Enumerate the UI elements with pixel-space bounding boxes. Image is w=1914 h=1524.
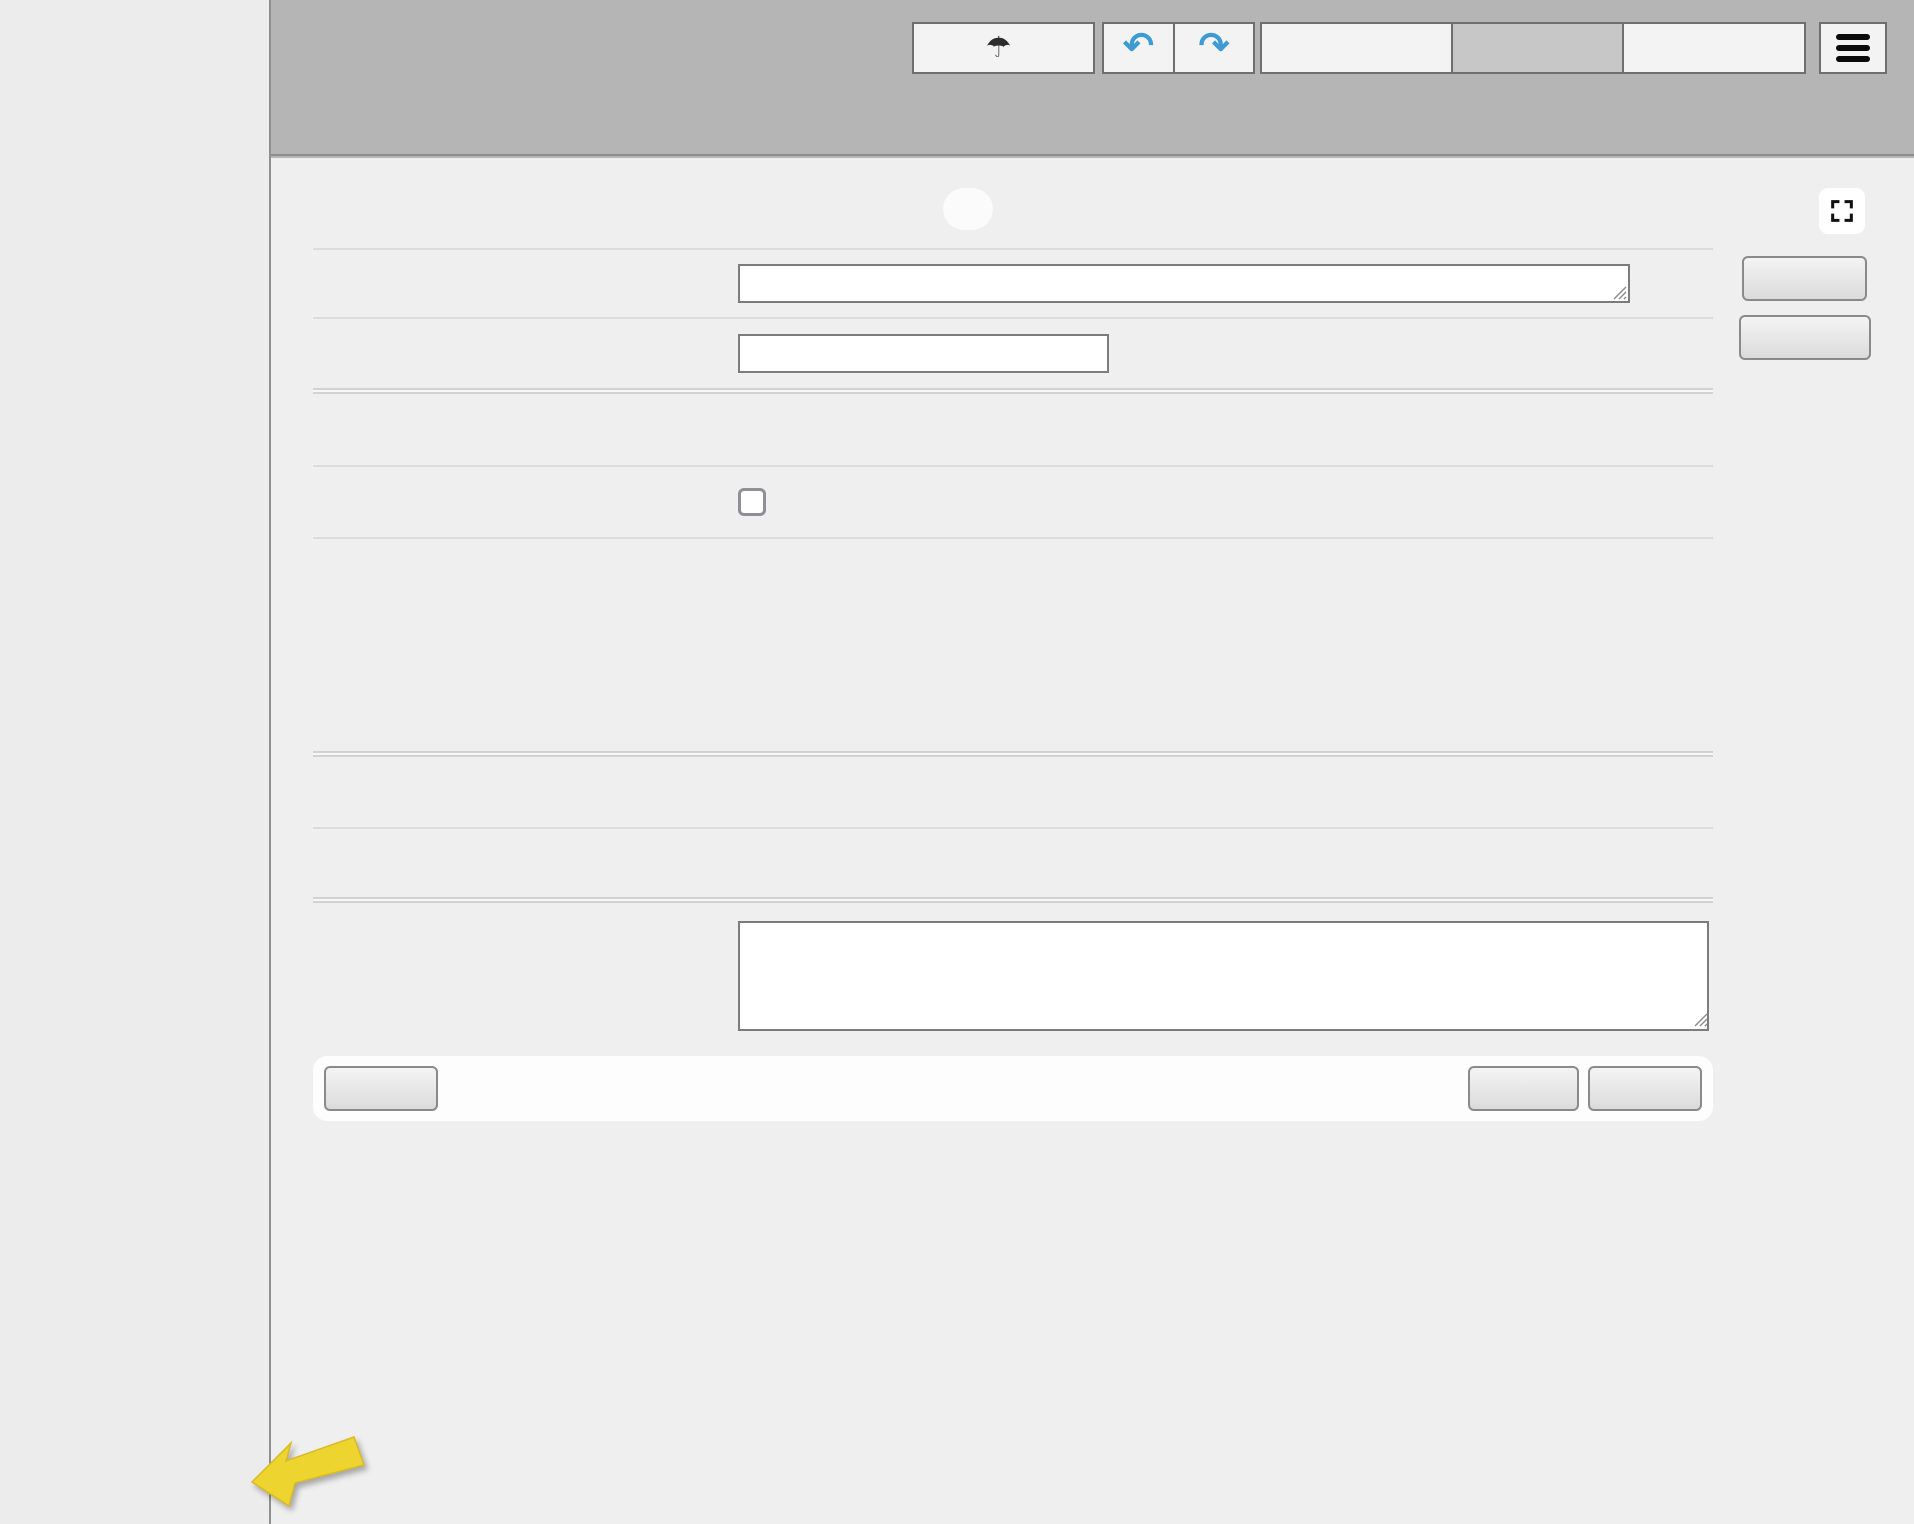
hamburger-menu-button[interactable] bbox=[1819, 22, 1887, 74]
umbrella-icon: ☂ bbox=[986, 34, 1012, 63]
dont-require-permissions-checkbox[interactable] bbox=[738, 488, 766, 516]
hamburger-icon bbox=[1836, 34, 1870, 40]
script-form bbox=[313, 158, 1713, 1049]
fullscreen-button[interactable] bbox=[1819, 188, 1865, 234]
name-input[interactable] bbox=[738, 334, 1109, 373]
remove-button[interactable] bbox=[1742, 256, 1867, 301]
safe-mode-button[interactable]: ☂ bbox=[912, 22, 1095, 74]
name-row bbox=[313, 319, 1713, 388]
apply-button[interactable] bbox=[1468, 1066, 1579, 1111]
tab-terminal[interactable] bbox=[1624, 22, 1806, 74]
undo-arrow-icon: ↶ bbox=[1123, 27, 1154, 64]
fullscreen-icon bbox=[1828, 197, 1856, 225]
comment-row bbox=[313, 250, 1713, 317]
topbar: ☂ ↶ ↷ bbox=[271, 0, 1914, 156]
sidebar bbox=[0, 0, 271, 1524]
policy-row bbox=[313, 539, 1713, 751]
webfig-page: { "topbar": { "safe_mode_label": "Safe M… bbox=[0, 0, 1914, 1524]
resize-handle-icon[interactable] bbox=[1612, 285, 1627, 300]
comment-input[interactable] bbox=[738, 264, 1630, 303]
undo-button[interactable]: ↶ bbox=[1102, 22, 1175, 74]
source-row bbox=[313, 903, 1713, 1049]
run-script-button[interactable] bbox=[1739, 315, 1871, 360]
owner-row bbox=[313, 394, 1713, 465]
redo-button[interactable]: ↷ bbox=[1175, 22, 1255, 74]
last-time-started-row bbox=[313, 757, 1713, 827]
redo-arrow-icon: ↷ bbox=[1198, 27, 1229, 64]
source-textarea[interactable] bbox=[738, 921, 1709, 1031]
cancel-button[interactable] bbox=[324, 1066, 438, 1111]
content-area bbox=[271, 158, 1914, 1524]
resize-handle-icon[interactable] bbox=[1693, 1012, 1708, 1027]
dont-require-permissions-row bbox=[313, 467, 1713, 537]
action-bar bbox=[313, 1056, 1713, 1121]
undo-redo-group: ↶ ↷ bbox=[1102, 22, 1255, 74]
mode-tabs bbox=[1260, 22, 1806, 74]
tab-webfig[interactable] bbox=[1453, 22, 1624, 74]
ok-button[interactable] bbox=[1588, 1066, 1702, 1111]
run-count-row bbox=[313, 829, 1713, 897]
tab-quick-set[interactable] bbox=[1260, 22, 1453, 74]
